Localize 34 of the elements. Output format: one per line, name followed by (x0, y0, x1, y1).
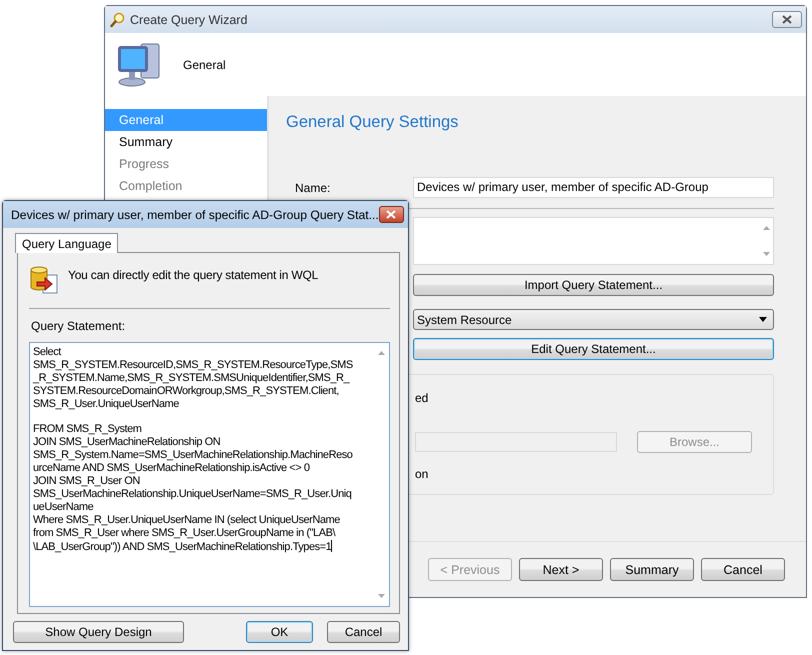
nav-item[interactable]: Summary (105, 131, 267, 153)
dialog-button[interactable]: Cancel (327, 621, 400, 643)
path-field[interactable] (415, 432, 617, 452)
dialog-button[interactable]: Show Query Design (13, 621, 184, 643)
wizard-button[interactable]: Cancel (701, 558, 785, 581)
close-icon (386, 210, 396, 219)
close-button[interactable] (772, 11, 802, 28)
window-title: Devices w/ primary user, member of specific AD-Group Query Stat... (11, 208, 379, 222)
magnifier-icon (110, 12, 126, 28)
name-field[interactable]: Devices w/ primary user, member of specific AD-Group (413, 177, 774, 198)
close-icon (782, 15, 792, 24)
wizard-button[interactable]: Summary (610, 558, 694, 581)
close-button[interactable] (378, 206, 404, 223)
dialog-button[interactable]: OK (246, 621, 313, 643)
option-label: ed (415, 391, 428, 405)
name-label: Name: (294, 180, 332, 194)
option-label: on (415, 467, 428, 481)
dropdown-arrow-icon (759, 317, 767, 322)
import-button[interactable]: Import Query Statement... (413, 274, 774, 296)
tab[interactable]: Query Language (15, 233, 118, 253)
info-text: You can directly edit the query statement in WQL (68, 268, 318, 282)
comment-field[interactable] (413, 217, 774, 265)
scroll-up-icon[interactable] (763, 226, 770, 230)
class-dropdown[interactable]: System Resource (413, 309, 774, 330)
edit-button[interactable]: Edit Query Statement... (413, 338, 774, 360)
statement-label: Query Statement: (31, 319, 126, 333)
page-heading: General (183, 58, 226, 72)
window-title: Create Query Wizard (130, 12, 248, 26)
scroll-down-icon[interactable] (763, 252, 770, 256)
section-title: General Query Settings (286, 113, 460, 132)
wizard-button[interactable]: Next > (519, 558, 603, 581)
scroll-up-icon[interactable] (378, 351, 385, 355)
database-arrow-icon (29, 265, 59, 295)
scroll-down-icon[interactable] (378, 594, 385, 598)
